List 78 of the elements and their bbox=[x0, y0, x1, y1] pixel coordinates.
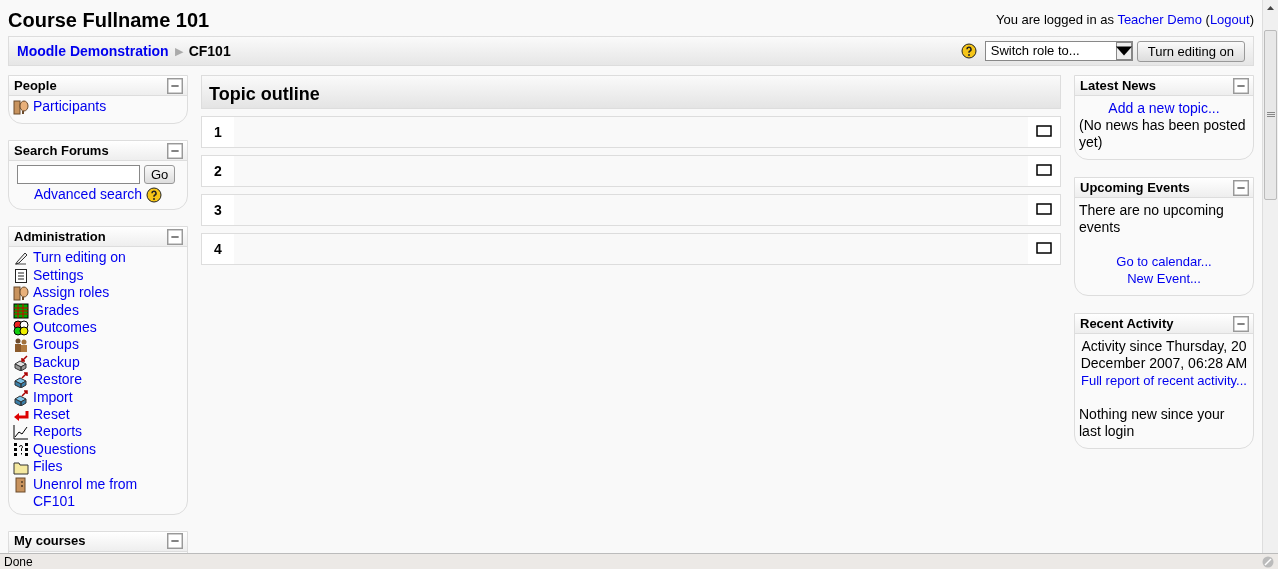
block-title: Latest News bbox=[1080, 76, 1156, 95]
collapse-icon bbox=[1233, 315, 1249, 332]
block-title: Administration bbox=[14, 228, 106, 247]
menu-link[interactable]: Unenrol me from CF101 bbox=[33, 475, 183, 511]
block-text: Nothing new since your last login bbox=[1079, 406, 1225, 439]
document-icon bbox=[13, 267, 29, 284]
square-icon bbox=[1036, 162, 1052, 178]
box-arrow-icon bbox=[13, 372, 29, 389]
group-icon bbox=[13, 337, 29, 354]
breadcrumb-separator: ▶ bbox=[174, 43, 183, 59]
menu-link[interactable]: Files bbox=[33, 458, 63, 476]
scrollbar[interactable] bbox=[1262, 0, 1278, 553]
role-select[interactable]: Switch role to... bbox=[984, 41, 1133, 61]
grip-icon bbox=[1266, 112, 1275, 118]
collapse-icon bbox=[167, 533, 183, 549]
topic-number: 4 bbox=[202, 234, 234, 264]
block-text: (No news has been posted yet) bbox=[1079, 117, 1246, 150]
people-icon bbox=[13, 285, 29, 302]
square-icon bbox=[1036, 201, 1052, 217]
folder-icon bbox=[13, 459, 29, 476]
course-title: Course Fullname 101 bbox=[8, 8, 210, 32]
square-icon bbox=[1036, 240, 1052, 256]
search-field[interactable] bbox=[17, 165, 140, 185]
collapse-icon bbox=[167, 77, 183, 94]
menu-link[interactable]: Backup bbox=[33, 353, 80, 372]
menu-link[interactable]: Outcomes bbox=[33, 319, 97, 337]
box-arrow-icon bbox=[13, 389, 29, 406]
block-title: Recent Activity bbox=[1080, 314, 1174, 333]
menu-link[interactable]: Reports bbox=[33, 423, 83, 441]
edit-button[interactable]: Turn editing on bbox=[1136, 40, 1245, 62]
breadcrumb-item: CF101 bbox=[188, 41, 231, 61]
block-link[interactable]: Add a new topic... bbox=[1108, 100, 1220, 116]
block-link[interactable]: New Event... bbox=[1127, 271, 1201, 286]
advanced-search-link[interactable]: Advanced search bbox=[33, 184, 143, 206]
help-icon bbox=[146, 186, 163, 203]
block-link[interactable]: Go to calendar... bbox=[1116, 254, 1212, 269]
block-link[interactable]: Full report of recent activity... bbox=[1081, 373, 1247, 388]
menu-link[interactable]: Grades bbox=[33, 301, 79, 320]
collapse-icon bbox=[1233, 179, 1249, 196]
menu-link[interactable]: Settings bbox=[33, 266, 84, 285]
menu-link[interactable]: Participants bbox=[33, 98, 107, 116]
pencil-icon bbox=[13, 250, 29, 267]
scroll-up-icon[interactable] bbox=[1267, 6, 1274, 10]
topic-number: 1 bbox=[202, 117, 234, 147]
help-icon bbox=[960, 43, 977, 59]
menu-link[interactable]: Groups bbox=[33, 336, 79, 354]
breadcrumb-item[interactable]: Moodle Demonstration bbox=[17, 40, 169, 62]
box-arrow-icon bbox=[13, 354, 29, 371]
menu-link[interactable]: Restore bbox=[33, 371, 83, 389]
menu-link[interactable]: Questions bbox=[33, 440, 97, 459]
go-button[interactable]: Go bbox=[144, 165, 176, 185]
collapse-icon bbox=[167, 228, 183, 245]
block-title: Upcoming Events bbox=[1080, 178, 1190, 197]
menu-link[interactable]: Reset bbox=[33, 406, 70, 424]
logout-link[interactable]: Logout bbox=[1209, 12, 1250, 27]
block-text: Activity since Thursday, 20 December 2007, 06:28 AM bbox=[1080, 338, 1248, 371]
circles-icon bbox=[13, 320, 29, 337]
person-icon bbox=[13, 476, 29, 493]
block-title: Search Forums bbox=[14, 142, 109, 161]
menu-link[interactable]: Assign roles bbox=[33, 284, 110, 302]
collapse-icon bbox=[167, 142, 183, 159]
block-title: My courses bbox=[14, 532, 86, 551]
login-status: You are logged in as Teacher Demo (Logout) bbox=[995, 11, 1254, 29]
user-link[interactable]: Teacher Demo bbox=[1117, 12, 1202, 27]
question-dots-icon bbox=[13, 441, 29, 458]
status-text: Done bbox=[4, 553, 33, 569]
grid-icon bbox=[13, 302, 29, 319]
menu-link[interactable]: Turn editing on bbox=[33, 249, 126, 267]
collapse-icon bbox=[1233, 77, 1249, 94]
people-icon bbox=[13, 99, 29, 115]
square-icon bbox=[1036, 123, 1052, 139]
topic-number: 3 bbox=[202, 195, 234, 225]
menu-link[interactable]: Import bbox=[33, 388, 73, 407]
section-heading: Topic outline bbox=[201, 75, 1061, 109]
topic-number: 2 bbox=[202, 156, 234, 186]
block-title: People bbox=[14, 76, 57, 95]
line-chart-icon bbox=[13, 424, 29, 441]
block-text: There are no upcoming events bbox=[1079, 202, 1224, 235]
